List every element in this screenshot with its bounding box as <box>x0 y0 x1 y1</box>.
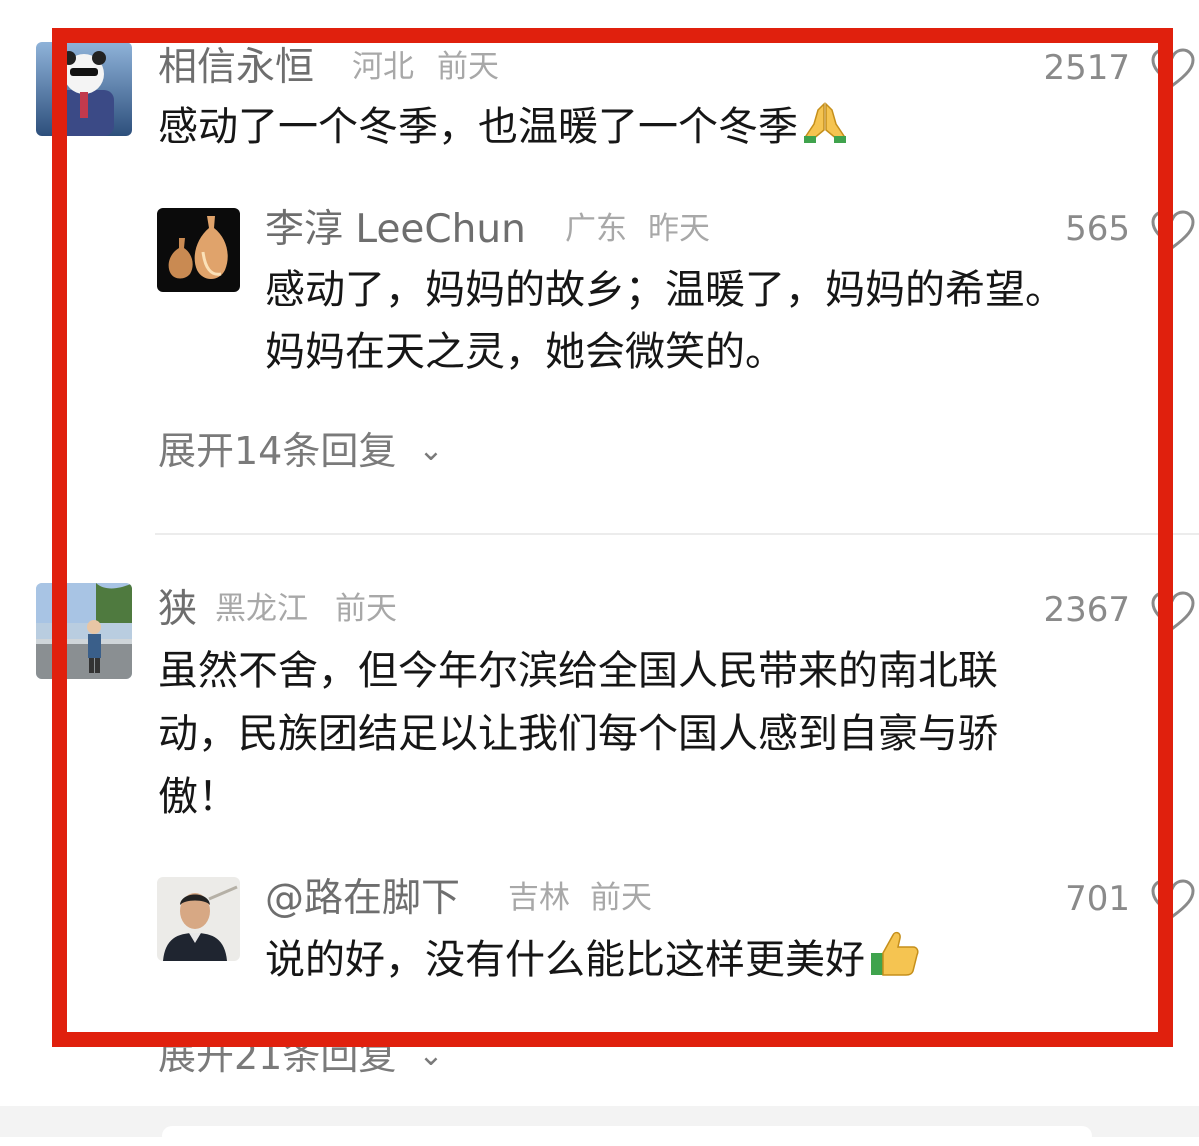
avatar[interactable] <box>36 583 132 679</box>
comment-text: 感动了一个冬季，也温暖了一个冬季 <box>158 97 848 158</box>
comment-text-line: 虽然不舍，但今年尔滨给全国人民带来的南北联 <box>158 648 998 694</box>
heart-icon[interactable] <box>1150 878 1196 920</box>
reply-like-count: 565 <box>1065 209 1130 249</box>
reply-location: 吉林 <box>508 880 570 916</box>
heart-icon[interactable] <box>1150 47 1196 89</box>
reply-like-count: 701 <box>1065 879 1130 919</box>
comment-time: 前天 <box>335 591 397 627</box>
avatar[interactable] <box>36 42 132 136</box>
comment-username[interactable]: 狭 <box>158 590 197 629</box>
comment-time: 前天 <box>437 49 499 85</box>
expand-replies-label: 展开21条回复 <box>158 1034 397 1078</box>
reply-location: 广东 <box>565 211 627 247</box>
reply-time: 昨天 <box>648 211 710 247</box>
reply-text-line: 感动了，妈妈的故乡；温暖了，妈妈的希望。 <box>265 267 1065 313</box>
heart-icon[interactable] <box>1150 209 1196 251</box>
heart-icon[interactable] <box>1150 590 1196 632</box>
reply-text-content: 说的好，没有什么能比这样更美好 <box>265 937 865 983</box>
chevron-down-icon: ⌄ <box>418 1038 444 1073</box>
comment-text-content: 感动了一个冬季，也温暖了一个冬季 <box>158 104 798 150</box>
like-count: 2517 <box>1043 48 1130 88</box>
reply-username[interactable]: 李淳 LeeChun <box>265 210 526 249</box>
comment-location: 黑龙江 <box>215 591 308 627</box>
expand-replies-label: 展开14条回复 <box>158 429 397 473</box>
reply-text-line: 妈妈在天之灵，她会微笑的。 <box>265 329 785 375</box>
comment-text-line: 傲！ <box>158 774 238 820</box>
person-outdoor-avatar-icon <box>36 583 132 679</box>
comment-text-line: 动，民族团结足以让我们每个国人感到自豪与骄 <box>158 711 998 757</box>
reply-avatar[interactable] <box>157 208 240 292</box>
comment-username[interactable]: 相信永恒 <box>158 48 314 87</box>
chevron-down-icon: ⌄ <box>418 433 444 468</box>
folded-hands-icon <box>804 102 846 143</box>
comment-location: 河北 <box>352 49 414 85</box>
expand-replies-button[interactable]: 展开21条回复 ⌄ <box>158 1037 444 1075</box>
reply-text: 说的好，没有什么能比这样更美好 <box>265 929 919 991</box>
vases-avatar-icon <box>157 208 240 292</box>
thumbs-up-icon <box>871 931 919 976</box>
man-portrait-avatar-icon <box>157 877 240 961</box>
expand-replies-button[interactable]: 展开14条回复 ⌄ <box>158 432 444 470</box>
comment-input[interactable] <box>162 1126 1092 1146</box>
reply-time: 前天 <box>590 880 652 916</box>
reply-username[interactable]: @路在脚下 <box>265 879 460 918</box>
panda-avatar-icon <box>36 42 132 136</box>
reply-avatar[interactable] <box>157 877 240 961</box>
like-count: 2367 <box>1043 590 1130 630</box>
comment-divider <box>155 533 1199 535</box>
